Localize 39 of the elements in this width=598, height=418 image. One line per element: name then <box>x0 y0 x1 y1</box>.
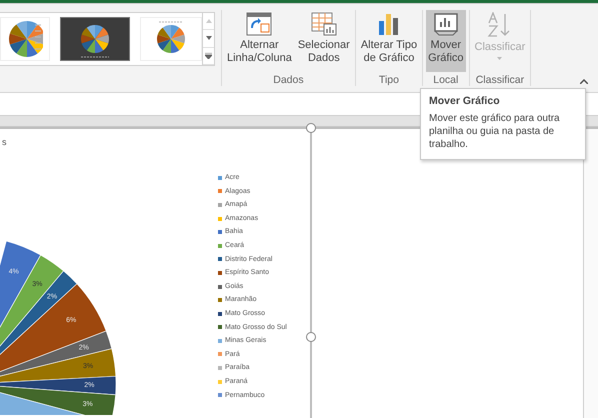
ribbon-button[interactable]: Mover Gráfico <box>426 10 466 72</box>
collapse-ribbon-icon[interactable] <box>580 79 588 84</box>
switch-rows-columns-icon <box>246 12 272 36</box>
legend-swatch-icon <box>218 338 222 343</box>
legend-swatch-icon <box>218 202 222 207</box>
move-chart-icon <box>432 12 459 36</box>
legend-swatch-icon <box>218 257 222 262</box>
table-chart-icon <box>310 12 337 36</box>
legend-swatch-icon <box>218 230 222 234</box>
group-label: Tipo <box>378 73 399 86</box>
group-label: Classificar <box>476 73 524 86</box>
legend-swatch-icon <box>218 284 222 288</box>
resize-handle[interactable] <box>306 332 316 342</box>
up-arrow-icon <box>206 19 212 24</box>
bar-chart-icon <box>376 12 401 36</box>
legend-swatch-icon <box>218 325 222 330</box>
caret-icon <box>497 57 502 60</box>
group-label: Dados <box>273 73 304 86</box>
legend-swatch-icon <box>218 298 222 302</box>
legend-swatch-icon <box>218 176 222 180</box>
legend-swatch-icon <box>218 393 222 398</box>
ribbon-button[interactable]: Alternar Linha/Coluna <box>225 10 294 72</box>
down-arrow-icon <box>206 36 212 40</box>
legend-swatch-icon <box>218 244 222 248</box>
ribbon-button[interactable]: Selecionar Dados <box>296 10 352 72</box>
legend-swatch-icon <box>218 189 222 194</box>
legend-swatch-icon <box>218 216 222 221</box>
chart-title: s <box>2 137 6 147</box>
tooltip-text: Mover este gráfico para outra planilha ou guia na pasta de trabalho. <box>429 112 561 151</box>
legend-swatch-icon <box>218 270 222 275</box>
group-label: Local <box>433 73 458 86</box>
legend-swatch-icon <box>218 312 222 316</box>
legend-swatch-icon <box>218 380 222 384</box>
expand-icon <box>205 52 212 59</box>
ribbon-button[interactable]: Alterar Tipo de Gráfico <box>358 10 420 72</box>
chart-style-thumbnail[interactable] <box>60 17 130 61</box>
legend-swatch-icon <box>218 352 222 356</box>
legend-swatch-icon <box>218 366 222 370</box>
tooltip-title: Mover Gráfico <box>429 95 501 107</box>
